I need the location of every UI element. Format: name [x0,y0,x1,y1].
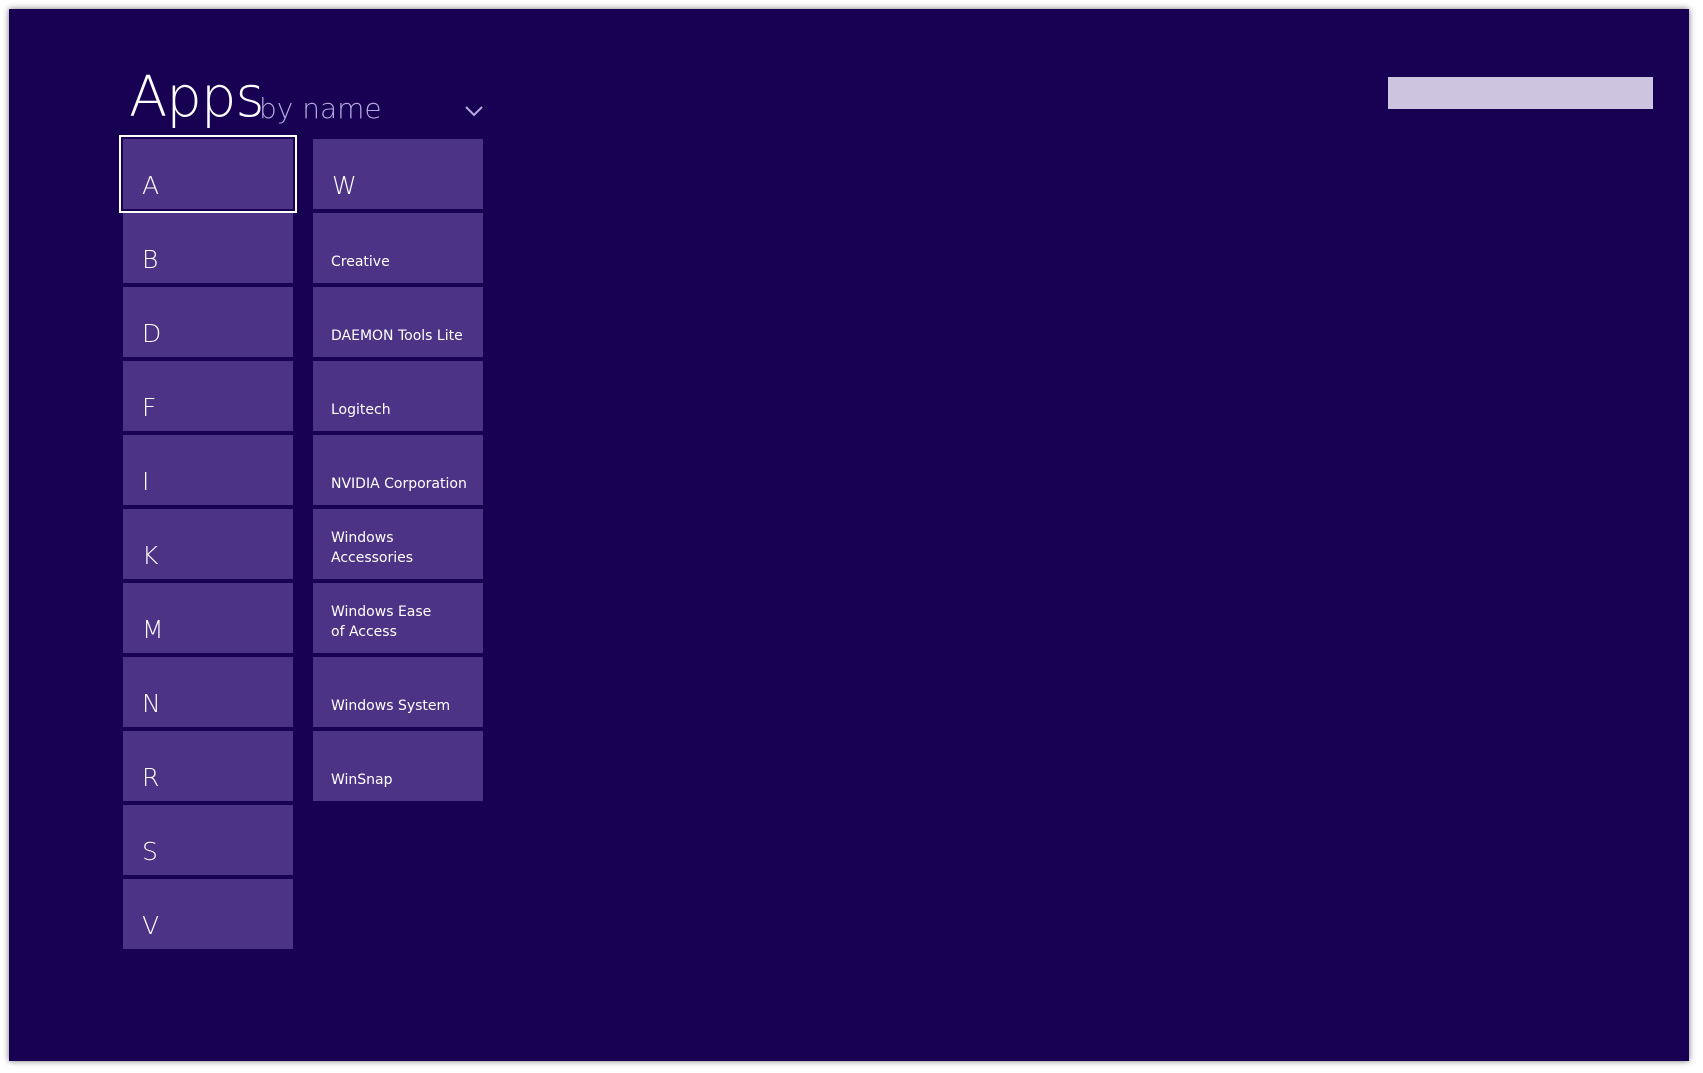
letter-tile-m[interactable]: M [123,583,293,653]
chevron-down-icon[interactable] [460,97,488,125]
tile-group-label: DAEMON Tools Lite [331,328,463,344]
tile-letter: B [142,245,159,274]
letter-tile-a[interactable]: A [119,135,297,213]
tile-letter: R [142,763,160,792]
letter-tile-f[interactable]: F [123,361,293,431]
tile-letter: S [142,837,158,866]
tile-letter: W [332,171,357,200]
tile-group-label: WinSnap [331,772,393,788]
tile-letter: V [142,911,160,940]
page-title: Apps [129,65,265,130]
letter-tile-v[interactable]: V [123,879,293,949]
letter-tile-w[interactable]: W [313,139,483,209]
group-tile-nvidia-corporation[interactable]: NVIDIA Corporation [313,435,483,505]
group-tile-windows-system[interactable]: Windows System [313,657,483,727]
tile-letter: F [142,393,157,422]
letter-tile-s[interactable]: S [123,805,293,875]
tile-letter: I [142,467,150,496]
tile-group-label: Creative [331,254,390,270]
group-tile-daemon-tools-lite[interactable]: DAEMON Tools Lite [313,287,483,357]
sort-label[interactable]: by name [259,89,382,129]
letter-tile-r[interactable]: R [123,731,293,801]
apps-screen: Apps by name A B D F I K M N R S V W Cre… [9,9,1689,1061]
tile-letter: N [142,689,161,718]
group-tile-windows-accessories[interactable]: Windows Accessories [313,509,483,579]
group-tile-winsnap[interactable]: WinSnap [313,731,483,801]
letter-tile-i[interactable]: I [123,435,293,505]
tile-letter: M [142,615,164,644]
letter-tile-b[interactable]: B [123,213,293,283]
letter-tile-k[interactable]: K [123,509,293,579]
group-tile-logitech[interactable]: Logitech [313,361,483,431]
group-tile-creative[interactable]: Creative [313,213,483,283]
letter-tile-d[interactable]: D [123,287,293,357]
apps-header: Apps by name [129,63,489,133]
group-tile-windows-ease-of-access[interactable]: Windows Ease of Access [313,583,483,653]
tile-group-label: NVIDIA Corporation [331,476,467,492]
tile-letter: A [142,171,160,200]
tile-letter: D [142,319,162,348]
tile-group-label: Windows Ease of Access [331,604,432,640]
tile-group-label: Logitech [331,402,391,418]
tile-letter: K [142,541,159,570]
tile-group-label: Windows System [331,698,451,714]
tile-group-label: Windows Accessories [331,530,414,566]
search-input[interactable] [1388,77,1653,109]
letter-tile-n[interactable]: N [123,657,293,727]
